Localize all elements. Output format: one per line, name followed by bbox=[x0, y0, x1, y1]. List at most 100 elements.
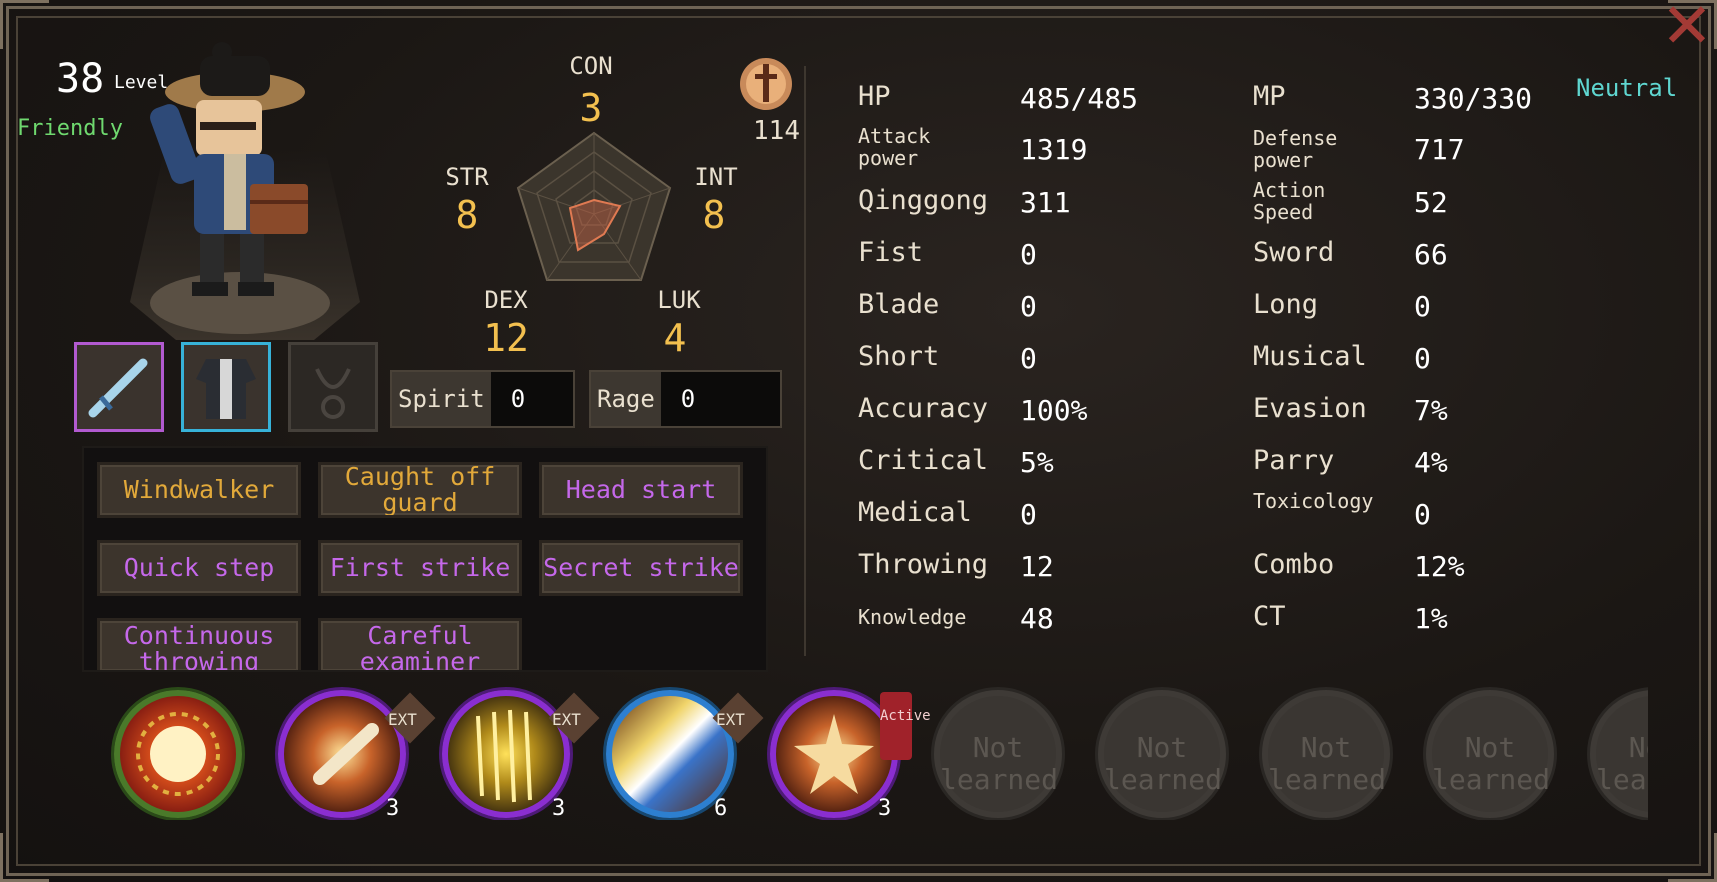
stat-label: CT bbox=[1253, 601, 1286, 632]
skill-count: 3 bbox=[878, 796, 892, 820]
sword-icon bbox=[88, 358, 148, 418]
str-value: 8 bbox=[455, 193, 479, 237]
not-learned-label: Not learned bbox=[1268, 731, 1387, 796]
locked-skill-slot: Not learned bbox=[1590, 690, 1648, 818]
locked-skill-slot: Not learned bbox=[1098, 690, 1226, 818]
trait-secret-strike[interactable]: Secret strike bbox=[539, 540, 743, 596]
stat-value: 0 bbox=[1414, 498, 1431, 531]
not-learned-label: Not learned bbox=[1104, 731, 1223, 796]
stat-label: Toxicology bbox=[1253, 489, 1374, 513]
stat-label: Blade bbox=[858, 289, 940, 320]
stat-value: 12 bbox=[1020, 550, 1054, 583]
stat-value: 7% bbox=[1414, 394, 1448, 427]
rage-value: 0 bbox=[660, 372, 780, 426]
stat-label: Short bbox=[858, 341, 940, 372]
armor-slot[interactable] bbox=[181, 342, 271, 432]
pendant-icon bbox=[315, 368, 351, 419]
corner-ornament bbox=[0, 833, 49, 882]
close-icon[interactable]: ✕ bbox=[1657, 0, 1717, 60]
stat-value: 100% bbox=[1020, 394, 1088, 427]
not-learned-label: Not learned bbox=[940, 731, 1059, 796]
stat-value: 12% bbox=[1414, 550, 1465, 583]
stat-label: Critical bbox=[858, 445, 989, 476]
skill-count: 3 bbox=[386, 796, 400, 820]
rage-label: Rage bbox=[591, 372, 661, 426]
trait-first-strike[interactable]: First strike bbox=[318, 540, 522, 596]
panel-divider bbox=[804, 66, 806, 656]
palm-skill-icon[interactable] bbox=[114, 690, 242, 818]
stat-label: Knowledge bbox=[858, 605, 967, 629]
skill-count: 6 bbox=[714, 796, 728, 820]
locked-skill-slot: Not learned bbox=[1262, 690, 1390, 818]
spirit-label: Spirit bbox=[392, 372, 491, 426]
stat-value: 5% bbox=[1020, 446, 1054, 479]
stat-label: Defense power bbox=[1253, 126, 1338, 172]
character-sheet-window: ✕ 38 Level Friendly CON 3 STR 8 INT 8 DE… bbox=[0, 0, 1717, 882]
stat-value: 0 bbox=[1414, 342, 1431, 375]
stat-label: Action Speed bbox=[1253, 178, 1326, 224]
stat-label: Long bbox=[1253, 289, 1319, 320]
stat-label: Parry bbox=[1253, 445, 1335, 476]
attribute-radar-chart bbox=[516, 131, 672, 281]
stat-label: Evasion bbox=[1253, 393, 1367, 424]
trait-quick-step[interactable]: Quick step bbox=[97, 540, 301, 596]
trait-windwalker[interactable]: Windwalker bbox=[97, 462, 301, 518]
locked-skill-slot: Not learned bbox=[1426, 690, 1554, 818]
corner-ornament bbox=[0, 0, 49, 49]
trait-caught-off-guard[interactable]: Caught off guard bbox=[318, 462, 522, 518]
luk-label: LUK bbox=[657, 286, 701, 314]
stat-label: Fist bbox=[858, 237, 924, 268]
stat-label: Medical bbox=[858, 497, 972, 528]
stat-value: 48 bbox=[1020, 602, 1054, 635]
stat-value: 4% bbox=[1414, 446, 1448, 479]
spirit-value: 0 bbox=[490, 372, 573, 426]
str-label: STR bbox=[445, 163, 489, 191]
ext-label: EXT bbox=[552, 710, 581, 729]
stat-label: Sword bbox=[1253, 237, 1335, 268]
stat-value: 311 bbox=[1020, 186, 1071, 219]
skill-count: 3 bbox=[552, 796, 566, 820]
dex-label: DEX bbox=[484, 286, 528, 314]
stat-label: Combo bbox=[1253, 549, 1335, 580]
corner-ornament bbox=[1668, 833, 1717, 882]
stat-label: HP bbox=[858, 81, 891, 112]
trait-continuous-throwing[interactable]: Continuous throwing bbox=[97, 618, 301, 670]
stat-value: 330/330 bbox=[1414, 82, 1533, 115]
trait-careful-examiner[interactable]: Careful examiner bbox=[318, 618, 522, 670]
alignment-status: Neutral bbox=[1576, 74, 1678, 102]
dex-value: 12 bbox=[483, 316, 529, 360]
ext-label: EXT bbox=[388, 710, 417, 729]
stat-value: 0 bbox=[1020, 290, 1037, 323]
character-portrait bbox=[150, 42, 308, 296]
sword-emblem-icon bbox=[740, 58, 792, 110]
not-learned-label: Not learned bbox=[1432, 731, 1551, 796]
con-value: 3 bbox=[579, 86, 603, 130]
traits-panel: Windwalker Caught off guard Head start Q… bbox=[82, 446, 768, 672]
relation-status: Friendly bbox=[17, 116, 123, 141]
stat-value: 1% bbox=[1414, 602, 1448, 635]
stat-value: 0 bbox=[1020, 238, 1037, 271]
accessory-slot[interactable] bbox=[288, 342, 378, 432]
golden-rain-skill-icon[interactable] bbox=[442, 690, 570, 818]
ext-label: EXT bbox=[716, 710, 745, 729]
stat-label: Attack power bbox=[858, 124, 931, 170]
stat-label: Accuracy bbox=[858, 393, 989, 424]
skill-bar: EXT 3 EXT 3 EXT 6 Active 3 Not learned N… bbox=[100, 680, 1648, 820]
stat-value: 0 bbox=[1020, 498, 1037, 531]
luk-value: 4 bbox=[663, 316, 687, 360]
stat-label: Musical bbox=[1253, 341, 1367, 372]
stat-value: 66 bbox=[1414, 238, 1448, 271]
stat-value: 0 bbox=[1020, 342, 1037, 375]
stat-value: 52 bbox=[1414, 186, 1448, 219]
stat-value: 717 bbox=[1414, 133, 1465, 166]
weapon-slot[interactable] bbox=[74, 342, 164, 432]
rage-meter: Rage 0 bbox=[589, 370, 782, 428]
int-value: 8 bbox=[702, 193, 726, 237]
con-label: CON bbox=[569, 52, 613, 80]
stat-value: 0 bbox=[1414, 290, 1431, 323]
stat-value: 1319 bbox=[1020, 133, 1088, 166]
locked-skill-slot: Not learned bbox=[934, 690, 1062, 818]
fame-value: 114 bbox=[753, 116, 800, 146]
robe-icon bbox=[196, 359, 256, 419]
trait-head-start[interactable]: Head start bbox=[539, 462, 743, 518]
